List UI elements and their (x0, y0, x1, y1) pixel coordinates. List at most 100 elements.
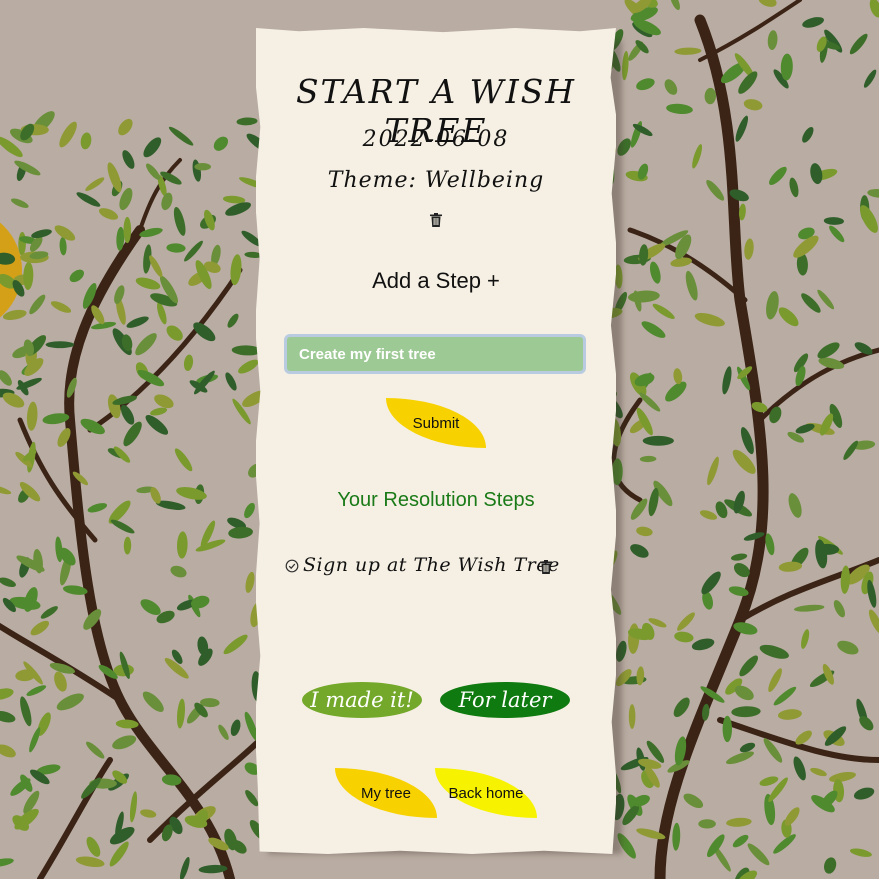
leaf-shape (707, 834, 725, 858)
step-list-item: Sign up at The Wish Tree (285, 552, 560, 578)
leaf-shape (739, 655, 759, 677)
leaf-shape (166, 325, 183, 341)
leaf-shape (649, 261, 661, 284)
leaf-shape (743, 99, 763, 111)
leaf-shape (109, 841, 129, 867)
leaf-shape (628, 290, 660, 303)
leaf-shape (833, 600, 845, 618)
leaf-shape (176, 698, 186, 729)
leaf-shape (170, 565, 187, 578)
made-it-button[interactable]: I made it! (302, 682, 422, 718)
leaf-shape (236, 117, 258, 126)
leaf-shape (179, 856, 190, 879)
leaf-shape (726, 751, 754, 765)
leaf-shape (143, 137, 162, 158)
leaf-shape (238, 359, 259, 374)
leaf-shape (849, 33, 868, 55)
leaf-shape (76, 192, 101, 207)
leaf-shape (824, 857, 837, 874)
leaf-shape (29, 727, 41, 753)
add-step-heading: Add a Step + (372, 268, 500, 293)
leaf-shape (732, 834, 749, 848)
leaf-shape (168, 126, 194, 146)
leaf-shape (10, 198, 29, 208)
leaf-shape (829, 225, 845, 243)
leaf-shape (683, 793, 704, 809)
check-circle-icon[interactable] (285, 558, 299, 573)
leaf-shape (30, 620, 50, 636)
leaf-shape (685, 270, 698, 301)
leaf-shape (704, 87, 717, 105)
leaf-shape (802, 126, 814, 143)
leaf-shape (789, 177, 799, 198)
leaf-shape (23, 261, 34, 290)
leaf-shape (244, 502, 255, 519)
leaf-shape (195, 539, 226, 552)
leaf-shape (641, 321, 666, 338)
leaf-shape (98, 208, 119, 220)
leaf-shape (85, 741, 105, 759)
leaf-shape (868, 609, 879, 635)
leaf-shape (122, 150, 135, 169)
leaf-shape (166, 243, 186, 253)
leaf-shape (0, 485, 12, 495)
leaf-shape (0, 710, 16, 723)
leaf-shape (652, 303, 675, 320)
leaf-shape (80, 132, 92, 150)
leaf-shape (722, 715, 732, 743)
leaf-shape (837, 640, 859, 655)
leaf-shape (213, 136, 229, 151)
step-input[interactable] (284, 334, 586, 374)
leaf-shape (768, 668, 782, 692)
leaf-shape (146, 163, 161, 180)
leaf-shape (642, 435, 674, 446)
leaf-shape (759, 776, 779, 786)
leaf-shape (245, 789, 259, 807)
leaf-shape (692, 144, 703, 169)
leaf-shape (225, 372, 237, 391)
leaf-shape (0, 370, 12, 386)
leaf-shape (20, 696, 32, 727)
leaf-shape (59, 237, 67, 256)
leaf-shape (50, 301, 72, 313)
leaf-shape (636, 526, 653, 537)
leaf-shape (853, 787, 875, 800)
for-later-button[interactable]: For later (440, 682, 570, 718)
leaf-shape (142, 691, 164, 712)
leaf-shape (863, 69, 877, 88)
leaf-shape (670, 0, 680, 11)
leaf-shape (140, 809, 157, 818)
leaf-shape (849, 848, 872, 857)
delete-step-trash-icon[interactable] (540, 559, 552, 574)
leaf-shape (747, 843, 770, 866)
leaf-shape (223, 634, 248, 655)
leaf-shape (173, 206, 186, 236)
leaf-shape (843, 440, 859, 460)
delete-tree-trash-icon[interactable] (430, 212, 442, 227)
leaf-shape (677, 612, 695, 631)
step-label: Sign up at The Wish Tree (303, 554, 560, 576)
leaf-shape (758, 0, 777, 7)
leaf-shape (85, 177, 105, 191)
tree-date: 2022-06-08 (362, 127, 510, 152)
leaf-shape (29, 294, 46, 315)
leaf-shape (123, 536, 132, 555)
leaf-shape (87, 503, 108, 513)
leaf-shape (86, 836, 101, 857)
leaf-shape (666, 103, 693, 115)
leaf-shape (759, 644, 789, 659)
leaf-shape (793, 756, 806, 781)
leaf-shape (109, 826, 135, 845)
leaf-shape (228, 526, 253, 539)
tree-theme: Theme: Wellbeing (327, 168, 545, 193)
leaf-shape (0, 744, 16, 758)
leaf-shape (769, 166, 787, 185)
leaf-shape (698, 819, 716, 829)
leaf-shape (56, 693, 84, 711)
leaf-shape (744, 238, 754, 260)
leaf-shape (699, 510, 718, 520)
leaf-shape (135, 277, 161, 290)
leaf-shape (707, 456, 719, 486)
leaf-shape (245, 571, 255, 593)
leaf-shape (69, 269, 84, 283)
